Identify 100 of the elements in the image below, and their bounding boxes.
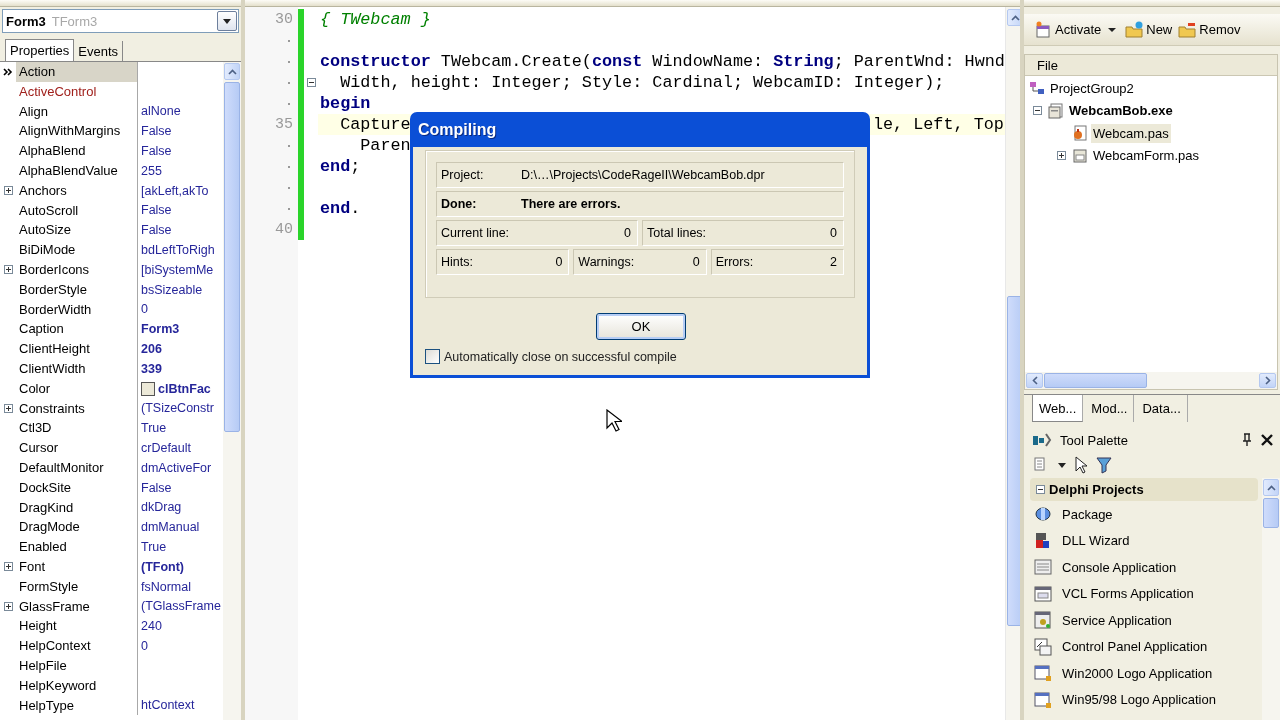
palette-item[interactable]: Control Panel Application	[1024, 633, 1262, 660]
palette-item[interactable]: Package	[1024, 501, 1262, 528]
collapse-icon[interactable]	[1032, 106, 1042, 116]
scroll-up-button[interactable]	[1263, 479, 1279, 496]
property-value[interactable]: (TFont)	[141, 559, 185, 574]
panel-tab[interactable]: Data...	[1136, 395, 1188, 422]
expand-icon[interactable]	[3, 265, 13, 275]
property-value[interactable]: 240	[141, 619, 162, 634]
property-name[interactable]: Constraints	[16, 398, 138, 419]
property-name[interactable]: ClientHeight	[16, 339, 138, 359]
property-value[interactable]: True	[141, 540, 167, 554]
inspector-tab[interactable]: Properties	[5, 39, 75, 61]
property-name[interactable]: Cursor	[16, 438, 138, 458]
scrollbar[interactable]	[223, 62, 241, 720]
property-value[interactable]: False	[141, 203, 172, 218]
property-value[interactable]: 0	[141, 302, 148, 317]
palette-item[interactable]: Win2000 Logo Application	[1024, 660, 1262, 687]
property-name[interactable]: ActiveControl	[16, 81, 138, 102]
tree-item[interactable]: Webcam.pas	[1091, 123, 1171, 143]
property-value[interactable]: False	[141, 480, 172, 495]
palette-item[interactable]: Win95/98 Logo Application	[1024, 686, 1262, 713]
expand-icon[interactable]	[3, 186, 13, 196]
scroll-thumb[interactable]	[1006, 296, 1020, 626]
property-value[interactable]: False	[141, 144, 172, 159]
property-name[interactable]: AlphaBlendValue	[16, 161, 138, 181]
property-value[interactable]: False	[141, 223, 172, 238]
property-name[interactable]: AlphaBlend	[16, 141, 138, 161]
scroll-up-button[interactable]	[1006, 9, 1020, 26]
tree-item[interactable]: WebcamBob.exe	[1067, 101, 1175, 121]
property-value[interactable]: [biSystemMe	[141, 262, 214, 277]
toolbar-button[interactable]: Remov	[1176, 20, 1243, 39]
tree-item[interactable]: WebcamForm.pas	[1091, 146, 1201, 166]
filter-icon[interactable]	[1096, 456, 1112, 474]
property-value[interactable]: (TGlassFrame	[141, 599, 221, 614]
close-icon[interactable]	[1260, 433, 1274, 447]
scroll-left-button[interactable]	[1026, 373, 1043, 388]
property-name[interactable]: AlignWithMargins	[16, 121, 138, 142]
inspector-tab[interactable]: Events	[74, 41, 123, 61]
property-name[interactable]: Ctl3D	[16, 418, 138, 439]
scroll-thumb[interactable]	[1263, 498, 1279, 528]
property-name[interactable]: Anchors	[16, 180, 138, 201]
category-header[interactable]: Delphi Projects	[1030, 478, 1258, 501]
pointer-icon[interactable]	[1074, 456, 1088, 474]
property-value[interactable]: False	[141, 124, 172, 139]
panel-tab[interactable]: Mod...	[1085, 395, 1135, 422]
property-value[interactable]: bdLeftToRigh	[141, 243, 215, 258]
expand-icon[interactable]	[3, 562, 13, 572]
property-value[interactable]: fsNormal	[141, 579, 191, 594]
dropdown-button[interactable]	[217, 11, 237, 31]
expand-icon[interactable]	[1056, 151, 1066, 161]
palette-item[interactable]: Service Application	[1024, 607, 1262, 634]
tree-item[interactable]: ProjectGroup2	[1048, 78, 1136, 98]
property-value[interactable]: dmActiveFor	[141, 460, 212, 475]
scroll-right-button[interactable]	[1259, 373, 1276, 388]
property-value[interactable]: clBtnFac	[158, 381, 211, 396]
property-name[interactable]: GlassFrame	[16, 596, 138, 617]
collapse-icon[interactable]	[1036, 485, 1045, 494]
checkbox[interactable]	[425, 349, 440, 364]
expand-icon[interactable]	[3, 403, 13, 413]
caret-icon[interactable]	[1058, 462, 1066, 468]
property-value[interactable]: htContext	[141, 698, 195, 713]
property-name[interactable]: Align	[16, 101, 138, 122]
dialog-title: Compiling	[418, 120, 497, 139]
ok-button[interactable]: OK	[596, 313, 686, 340]
property-value[interactable]: dkDrag	[141, 500, 182, 515]
scrollbar[interactable]	[1262, 478, 1280, 720]
property-value[interactable]: 206	[141, 342, 162, 357]
collapse-icon[interactable]	[306, 78, 316, 87]
property-name[interactable]: Caption	[16, 319, 138, 340]
palette-item[interactable]: Console Application	[1024, 554, 1262, 581]
property-value[interactable]: alNone	[141, 104, 181, 119]
property-value[interactable]: 339	[141, 361, 162, 376]
toolbar-button[interactable]: New	[1123, 20, 1175, 39]
property-name[interactable]: AutoSize	[16, 220, 138, 241]
checkbox-label[interactable]: Automatically close on successful compile	[444, 349, 677, 364]
field-value: D:\…\Projects\CodeRageII\WebcamBob.dpr	[521, 168, 765, 182]
property-value[interactable]: (TSizeConstr	[141, 401, 214, 416]
palette-item[interactable]: DLL Wizard	[1024, 527, 1262, 554]
panel-tab[interactable]: Web...	[1032, 395, 1084, 422]
palette-item[interactable]: VCL Forms Application	[1024, 580, 1262, 607]
property-value[interactable]: crDefault	[141, 441, 192, 456]
property-name[interactable]: Color	[16, 378, 138, 399]
property-value[interactable]: Form3	[141, 322, 180, 337]
property-value[interactable]: [akLeft,akTo	[141, 183, 209, 198]
property-value[interactable]: dmManual	[141, 520, 200, 535]
property-value[interactable]: bsSizeable	[141, 282, 203, 297]
scroll-up-button[interactable]	[224, 63, 240, 80]
property-value[interactable]: True	[141, 421, 167, 436]
property-name[interactable]: AutoScroll	[16, 200, 138, 221]
object-selector[interactable]: Form3 TForm3	[2, 9, 239, 33]
property-name[interactable]: ClientWidth	[16, 358, 138, 379]
property-name[interactable]: Action	[16, 62, 138, 82]
expand-icon[interactable]	[3, 601, 13, 611]
toolbar-button[interactable]: Activate	[1032, 20, 1104, 39]
scrollbar[interactable]	[1025, 372, 1277, 389]
pin-icon[interactable]	[1242, 433, 1252, 447]
property-value[interactable]: 0	[141, 639, 148, 653]
property-value[interactable]: 255	[141, 163, 162, 178]
scroll-thumb[interactable]	[1044, 373, 1147, 388]
scroll-thumb[interactable]	[224, 82, 240, 432]
